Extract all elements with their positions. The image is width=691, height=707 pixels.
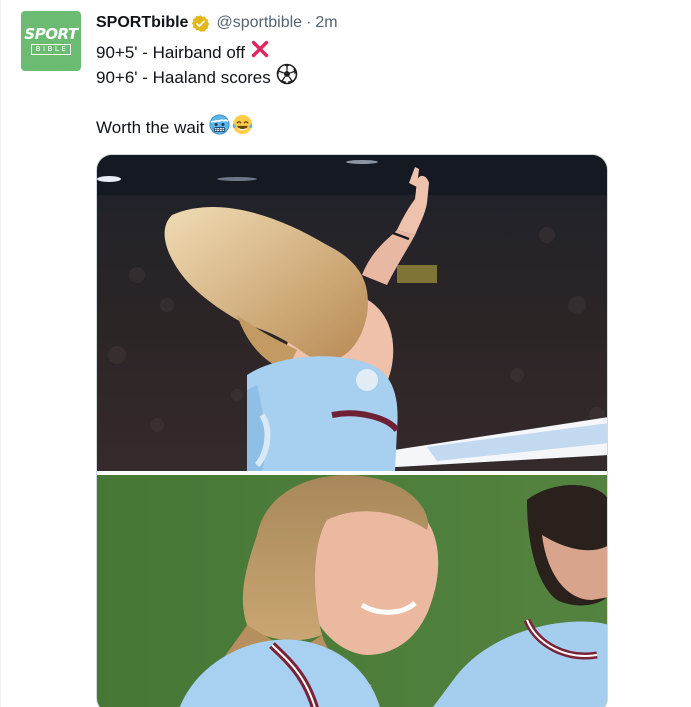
tweet-line-text: Worth the wait [96, 118, 205, 137]
cross-mark-emoji [250, 39, 270, 66]
tweet-line: 90+5' - Hairband off [96, 40, 616, 65]
tweet-line: 90+6' - Haaland scores [96, 63, 616, 92]
page: SPORT BIBLE SPORTbible @sportbible · 2m … [0, 0, 691, 707]
soccer-ball-emoji [276, 63, 298, 92]
verified-badge-icon [191, 14, 210, 33]
tears-of-joy-emoji [232, 114, 253, 142]
media-photo-celebration[interactable] [97, 155, 608, 471]
separator-dot: · [306, 14, 312, 31]
cold-face-emoji [209, 113, 230, 142]
tweet-timestamp[interactable]: 2m [315, 14, 337, 32]
display-name[interactable]: SPORTbible [96, 14, 188, 32]
tweet-media[interactable] [96, 154, 608, 707]
tweet[interactable]: SPORT BIBLE SPORTbible @sportbible · 2m … [0, 0, 691, 707]
tweet-header: SPORTbible @sportbible · 2m [96, 12, 338, 34]
media-photo-smile[interactable] [97, 475, 608, 707]
avatar-logo-word-bible: BIBLE [30, 44, 72, 55]
tweet-line-text: 90+5' - Hairband off [96, 43, 245, 62]
user-handle[interactable]: @sportbible [216, 14, 302, 32]
tweet-line: Worth the wait [96, 113, 616, 142]
avatar[interactable]: SPORT BIBLE [21, 11, 81, 71]
tweet-line-text: 90+6' - Haaland scores [96, 68, 271, 87]
avatar-logo-word-sport: SPORT [24, 25, 78, 43]
tweet-text: 90+5' - Hairband off 90+6' - Haaland sco… [96, 40, 616, 140]
